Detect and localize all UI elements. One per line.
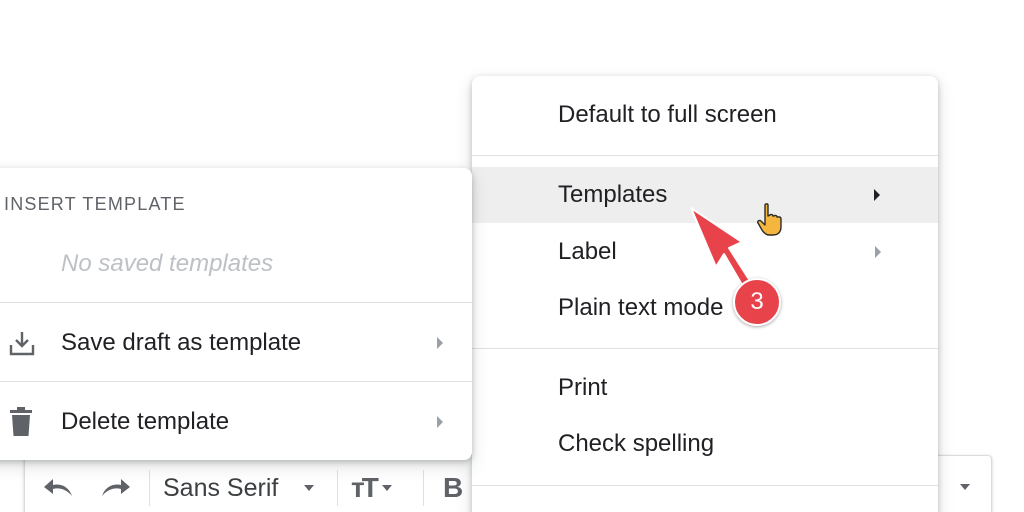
text-size-icon: тТ bbox=[351, 472, 379, 503]
menu-item-templates[interactable]: Templates bbox=[472, 167, 938, 223]
menu-item-label-submenu[interactable]: Label bbox=[472, 228, 938, 276]
step-badge: 3 bbox=[733, 278, 781, 326]
download-icon bbox=[8, 330, 36, 356]
templates-submenu: INSERT TEMPLATE No saved templates Save … bbox=[0, 168, 472, 460]
toolbar-divider bbox=[149, 470, 150, 506]
toolbar-divider bbox=[337, 470, 338, 506]
more-options-menu: Default to full screen Templates Label P… bbox=[472, 76, 938, 512]
undo-icon[interactable] bbox=[39, 470, 79, 504]
menu-divider bbox=[472, 348, 938, 349]
redo-icon[interactable] bbox=[95, 470, 135, 504]
font-family-label: Sans Serif bbox=[163, 473, 279, 502]
hand-pointer-icon bbox=[757, 203, 783, 242]
chevron-down-icon bbox=[381, 485, 392, 491]
submenu-arrow-icon bbox=[875, 246, 881, 258]
insert-template-heading: INSERT TEMPLATE bbox=[4, 194, 186, 214]
menu-item-check-spelling[interactable]: Check spelling bbox=[472, 420, 938, 468]
menu-item-label: Print bbox=[558, 374, 608, 401]
toolbar-divider bbox=[423, 470, 424, 506]
menu-divider bbox=[472, 485, 938, 486]
menu-divider bbox=[0, 302, 472, 303]
menu-item-label: Default to full screen bbox=[558, 101, 777, 128]
menu-item-label: Label bbox=[558, 238, 617, 265]
submenu-arrow-icon bbox=[437, 416, 443, 428]
menu-divider bbox=[472, 155, 938, 156]
menu-item-label: Templates bbox=[558, 181, 668, 208]
menu-item-label: Plain text mode bbox=[558, 294, 724, 321]
chevron-down-icon[interactable] bbox=[960, 484, 970, 490]
font-family-select[interactable]: Sans Serif bbox=[163, 470, 315, 506]
menu-item-plain-text-mode[interactable]: Plain text mode bbox=[472, 284, 938, 332]
menu-item-default-full-screen[interactable]: Default to full screen bbox=[472, 92, 938, 138]
menu-item-label: Check spelling bbox=[558, 430, 715, 457]
submenu-arrow-icon bbox=[437, 337, 443, 349]
menu-item-label: Save draft as template bbox=[61, 329, 302, 356]
no-templates-message: No saved templates bbox=[61, 250, 274, 277]
delete-template-item[interactable]: Delete template bbox=[0, 390, 472, 454]
menu-divider bbox=[0, 381, 472, 382]
bold-icon[interactable]: B bbox=[443, 470, 463, 506]
text-size-select[interactable]: тТ bbox=[351, 470, 392, 506]
gmail-compose-more-options-screen: Sans Serif тТ B Default to full screen T… bbox=[0, 0, 1024, 512]
chevron-down-icon bbox=[304, 485, 315, 491]
menu-item-label: Delete template bbox=[61, 408, 230, 435]
save-draft-as-template-item[interactable]: Save draft as template bbox=[0, 311, 472, 375]
trash-icon bbox=[8, 407, 34, 437]
submenu-arrow-icon bbox=[874, 189, 880, 201]
menu-item-print[interactable]: Print bbox=[472, 364, 938, 412]
